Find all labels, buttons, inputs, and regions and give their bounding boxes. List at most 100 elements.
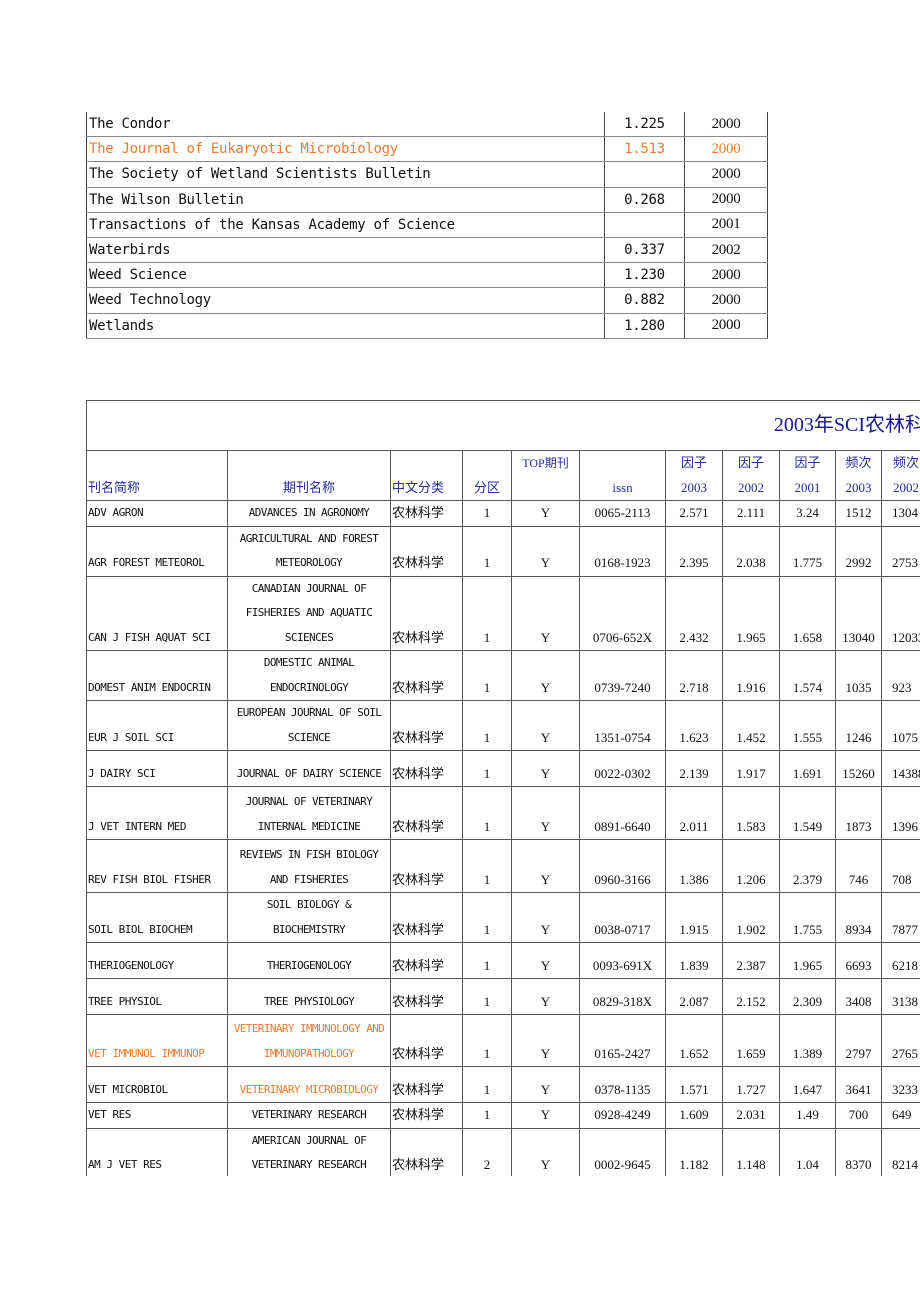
top-cell: Y — [511, 525, 580, 577]
journal-name: The Journal of Eukaryotic Microbiology — [86, 136, 605, 163]
impact-factor — [604, 212, 685, 238]
abbr-cell: AGR FOREST METEOROL — [86, 525, 228, 577]
if2003-cell: 1.571 — [665, 1066, 723, 1103]
year: 2002 — [684, 237, 768, 264]
impact-factor: 0.268 — [604, 187, 685, 213]
freq2003-cell: 2797 — [835, 1014, 882, 1067]
if2003-cell: 2.011 — [665, 786, 723, 840]
if2002-cell: 1.452 — [722, 700, 780, 751]
if2001-cell: 1.555 — [779, 700, 836, 751]
if2002-cell: 1.206 — [722, 839, 780, 893]
if2001-cell: 2.379 — [779, 839, 836, 893]
if2002-cell: 1.917 — [722, 750, 780, 787]
journal-row: The Condor 1.225 2000 — [86, 112, 768, 138]
issn-cell: 0739-7240 — [579, 650, 666, 701]
if2002-cell: 1.148 — [722, 1127, 780, 1176]
journal-name-cell: JOURNAL OF DAIRY SCIENCE — [227, 750, 391, 787]
top-cell: Y — [511, 575, 580, 651]
abbr-cell: DOMEST ANIM ENDOCRIN — [86, 650, 228, 701]
journal-name: Weed Technology — [86, 287, 605, 314]
zone-cell: 1 — [462, 978, 512, 1015]
journal-name: Transactions of the Kansas Academy of Sc… — [86, 212, 605, 238]
journal-row: Transactions of the Kansas Academy of Sc… — [86, 212, 768, 238]
top-cell: Y — [511, 650, 580, 701]
header-issn: issn — [579, 450, 666, 501]
freq2003-cell: 3408 — [835, 978, 882, 1015]
journal-name: The Wilson Bulletin — [86, 187, 605, 213]
year: 2000 — [684, 187, 768, 213]
issn-cell: 0829-318X — [579, 978, 666, 1015]
table-row: VET MICROBIOL VETERINARY MICROBIOLOGY 农林科学… — [86, 1066, 920, 1103]
impact-factor: 1.230 — [604, 262, 685, 289]
zone-cell: 1 — [462, 786, 512, 840]
journal-name: Waterbirds — [86, 237, 605, 264]
zone-cell: 1 — [462, 892, 512, 943]
journal-list-table: The Condor 1.225 2000 The Journal of Eukary… — [86, 112, 768, 339]
if2001-cell: 1.965 — [779, 942, 836, 979]
if2001-cell: 1.775 — [779, 525, 836, 577]
freq2003-cell: 1246 — [835, 700, 882, 751]
if2003-cell: 1.839 — [665, 942, 723, 979]
table-row: J DAIRY SCI JOURNAL OF DAIRY SCIENCE 农林科学 1… — [86, 750, 920, 787]
header-freq2003: 频次 2003 — [835, 450, 882, 501]
if2003-cell: 2.432 — [665, 575, 723, 651]
if2003-cell: 2.571 — [665, 500, 723, 527]
category-cell: 农林科学 — [390, 786, 463, 840]
if2002-cell: 2.038 — [722, 525, 780, 577]
zone-cell: 1 — [462, 1102, 512, 1129]
if2002-cell: 2.387 — [722, 942, 780, 979]
top-cell: Y — [511, 892, 580, 943]
table-row: VET RES VETERINARY RESEARCH 农林科学 1 Y 0928-424… — [86, 1102, 920, 1129]
journal-name-cell: DOMESTIC ANIMAL ENDOCRINOLOGY — [227, 650, 391, 701]
freq2002-cell: 3233 — [880, 1066, 920, 1103]
freq2002-cell: 708 — [880, 839, 920, 893]
freq2003-cell: 746 — [835, 839, 882, 893]
zone-cell: 1 — [462, 942, 512, 979]
abbr-cell: CAN J FISH AQUAT SCI — [86, 575, 228, 651]
header-if2003: 因子 2003 — [665, 450, 723, 501]
freq2003-cell: 8934 — [835, 892, 882, 943]
year: 2000 — [684, 112, 768, 138]
top-cell: Y — [511, 500, 580, 527]
table-row: VET IMMUNOL IMMUNOP VETERINARY IMMUNOLOGY… — [86, 1014, 920, 1067]
year: 2000 — [684, 262, 768, 289]
issn-cell: 0022-0302 — [579, 750, 666, 787]
journal-row: Wetlands 1.280 2000 — [86, 313, 768, 339]
freq2002-cell: 14388 — [880, 750, 920, 787]
journal-name-cell: CANADIAN JOURNAL OF FISHERIES AND AQUATI… — [227, 575, 391, 651]
if2002-cell: 1.727 — [722, 1066, 780, 1103]
freq2003-cell: 1873 — [835, 786, 882, 840]
journal-row: The Wilson Bulletin 0.268 2000 — [86, 187, 768, 213]
table-row: AM J VET RES AMERICAN JOURNAL OF VETERINA… — [86, 1127, 920, 1176]
table-row: J VET INTERN MED JOURNAL OF VETERINARY IN… — [86, 786, 920, 840]
freq2003-cell: 8370 — [835, 1127, 882, 1176]
sci-records-table-container: 2003年SCI农林科学记录数 共288项 刊名简称 期刊名称 中文分类 分区 … — [86, 400, 920, 1176]
if2003-cell: 1.623 — [665, 700, 723, 751]
top-cell: Y — [511, 1127, 580, 1176]
year: 2000 — [684, 161, 768, 188]
header-top: TOP期刊 — [511, 450, 580, 501]
top-cell: Y — [511, 942, 580, 979]
category-cell: 农林科学 — [390, 650, 463, 701]
issn-cell: 0960-3166 — [579, 839, 666, 893]
if2003-cell: 2.139 — [665, 750, 723, 787]
zone-cell: 1 — [462, 650, 512, 701]
if2001-cell: 1.691 — [779, 750, 836, 787]
top-cell: Y — [511, 978, 580, 1015]
sci-agri-forestry-table: 2003年SCI农林科学记录数 共288项 刊名简称 期刊名称 中文分类 分区 … — [86, 400, 920, 1176]
header-abbr: 刊名简称 — [86, 450, 228, 501]
zone-cell: 1 — [462, 500, 512, 527]
issn-cell: 0378-1135 — [579, 1066, 666, 1103]
abbr-cell: J DAIRY SCI — [86, 750, 228, 787]
zone-cell: 1 — [462, 700, 512, 751]
impact-factor: 0.337 — [604, 237, 685, 264]
freq2003-cell: 1512 — [835, 500, 882, 527]
abbr-cell: ADV AGRON — [86, 500, 228, 527]
abbr-cell: VET RES — [86, 1102, 228, 1129]
if2001-cell: 1.04 — [779, 1127, 836, 1176]
freq2003-cell: 700 — [835, 1102, 882, 1129]
table-row: CAN J FISH AQUAT SCI CANADIAN JOURNAL OF … — [86, 575, 920, 651]
journal-row: The Journal of Eukaryotic Microbiology 1.… — [86, 136, 768, 163]
top-cell: Y — [511, 700, 580, 751]
issn-cell: 0168-1923 — [579, 525, 666, 577]
